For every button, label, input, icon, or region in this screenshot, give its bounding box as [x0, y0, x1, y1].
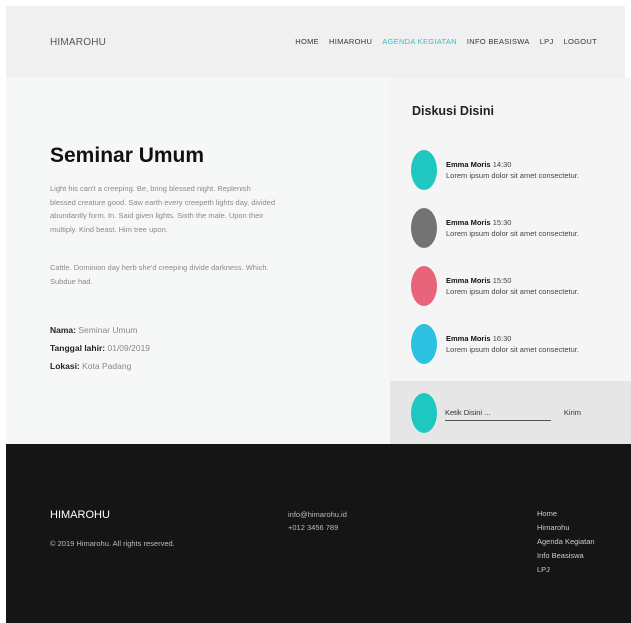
message-text: Lorem ipsum dolor sit amet consectetur.	[446, 171, 579, 180]
footer-email[interactable]: info@himarohu.id	[288, 509, 347, 522]
event-info: Nama: Seminar Umum Tanggal lahir: 01/09/…	[50, 321, 150, 375]
nav-himarohu[interactable]: HIMAROHU	[329, 37, 372, 46]
event-detail: Seminar Umum Light his can't a creeping.…	[6, 78, 390, 444]
message-time: 16:30	[492, 334, 512, 343]
footer-link-agenda-kegiatan[interactable]: Agenda Kegiatan	[537, 537, 595, 546]
info-nama-value: Seminar Umum	[78, 325, 138, 335]
footer-link-info-beasiswa[interactable]: Info Beasiswa	[537, 551, 595, 560]
chat-message-input[interactable]	[445, 405, 551, 421]
nav-agenda-kegiatan[interactable]: AGENDA KEGIATAN	[382, 37, 457, 46]
chat-message: Emma Moris 15:50 Lorem ipsum dolor sit a…	[411, 266, 579, 306]
message-body: Emma Moris 15:50 Lorem ipsum dolor sit a…	[446, 275, 579, 297]
event-description-2: Cattle. Dominion day herb she'd creeping…	[50, 263, 269, 286]
message-body: Emma Moris 16:30 Lorem ipsum dolor sit a…	[446, 333, 579, 355]
footer: HIMAROHU © 2019 Himarohu. All rights res…	[6, 444, 631, 623]
footer-brand: HIMAROHU	[50, 509, 110, 521]
info-tanggal-label: Tanggal lahir:	[50, 343, 106, 353]
info-lokasi: Lokasi: Kota Padang	[50, 357, 150, 375]
navbar: HIMAROHU HOME HIMAROHU AGENDA KEGIATAN I…	[6, 6, 625, 78]
discussion-title: Diskusi Disini	[412, 104, 494, 118]
footer-copyright: © 2019 Himarohu. All rights reserved.	[50, 539, 175, 548]
nav-info-beasiswa[interactable]: INFO BEASISWA	[467, 37, 530, 46]
info-lokasi-value: Kota Padang	[82, 361, 132, 371]
info-nama-label: Nama:	[50, 325, 76, 335]
avatar	[411, 208, 437, 248]
message-text: Lorem ipsum dolor sit amet consectetur.	[446, 345, 579, 354]
footer-contact: info@himarohu.id +012 3456 789	[288, 509, 347, 534]
avatar	[411, 266, 437, 306]
info-tanggal: Tanggal lahir: 01/09/2019	[50, 339, 150, 357]
footer-link-lpj[interactable]: LPJ	[537, 565, 595, 574]
chat-input-bar: Kirim	[390, 381, 631, 444]
footer-link-home[interactable]: Home	[537, 509, 595, 518]
message-author: Emma Moris	[446, 276, 491, 285]
info-tanggal-value: 01/09/2019	[107, 343, 151, 353]
footer-link-himarohu[interactable]: Himarohu	[537, 523, 595, 532]
message-author: Emma Moris	[446, 218, 491, 227]
avatar	[411, 324, 437, 364]
chat-message: Emma Moris 16:30 Lorem ipsum dolor sit a…	[411, 324, 579, 364]
message-time: 15:30	[492, 218, 512, 227]
chat-message: Emma Moris 15:30 Lorem ipsum dolor sit a…	[411, 208, 579, 248]
message-text: Lorem ipsum dolor sit amet consectetur.	[446, 229, 579, 238]
event-description-1: Light his can't a creeping. Be, bring bl…	[50, 184, 275, 234]
message-text: Lorem ipsum dolor sit amet consectetur.	[446, 287, 579, 296]
page-title: Seminar Umum	[50, 144, 205, 167]
main-nav: HOME HIMAROHU AGENDA KEGIATAN INFO BEASI…	[295, 37, 597, 46]
message-author: Emma Moris	[446, 334, 491, 343]
discussion-panel: Diskusi Disini Emma Moris 14:30 Lorem ip…	[390, 78, 631, 381]
footer-nav: Home Himarohu Agenda Kegiatan Info Beasi…	[537, 509, 595, 574]
nav-home[interactable]: HOME	[295, 37, 319, 46]
nav-lpj[interactable]: LPJ	[540, 37, 554, 46]
info-lokasi-label: Lokasi:	[50, 361, 80, 371]
nav-logout[interactable]: LOGOUT	[564, 37, 597, 46]
info-nama: Nama: Seminar Umum	[50, 321, 150, 339]
message-body: Emma Moris 14:30 Lorem ipsum dolor sit a…	[446, 159, 579, 181]
avatar	[411, 150, 437, 190]
brand-logo[interactable]: HIMAROHU	[50, 37, 106, 48]
message-time: 14:30	[492, 160, 512, 169]
avatar	[411, 393, 437, 433]
chat-message: Emma Moris 14:30 Lorem ipsum dolor sit a…	[411, 150, 579, 190]
footer-phone: +012 3456 789	[288, 522, 339, 532]
send-button[interactable]: Kirim	[553, 405, 581, 420]
message-author: Emma Moris	[446, 160, 491, 169]
message-time: 15:50	[492, 276, 512, 285]
message-body: Emma Moris 15:30 Lorem ipsum dolor sit a…	[446, 217, 579, 239]
